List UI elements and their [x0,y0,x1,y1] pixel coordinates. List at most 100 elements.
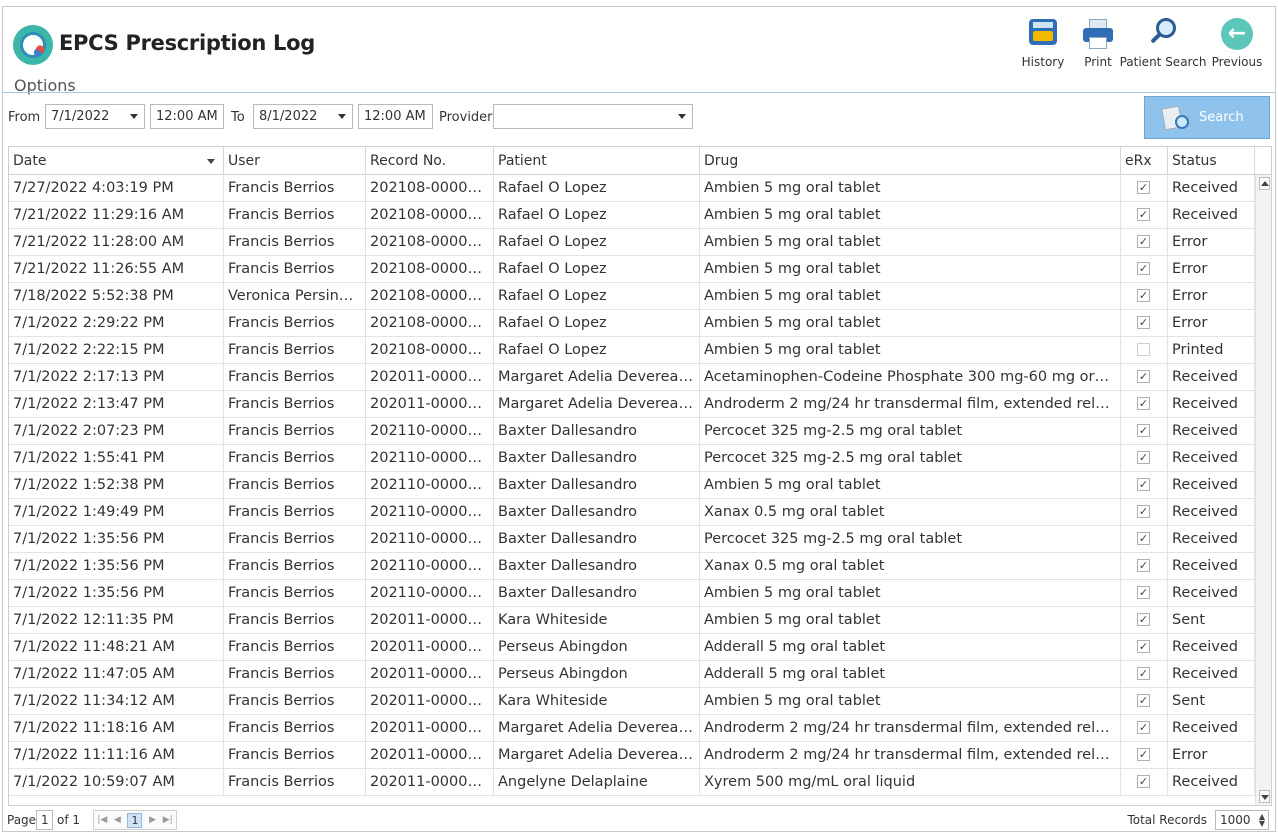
table-row[interactable]: 7/1/2022 1:35:56 PM Francis Berrios 202110… [9,553,1255,580]
cell-user: Francis Berrios [224,553,366,580]
next-page-icon[interactable]: ▶ [149,815,156,825]
erx-checked-icon: ✓ [1137,748,1150,761]
table-row[interactable]: 7/1/2022 12:11:35 PM Francis Berrios 20201… [9,607,1255,634]
chevron-down-icon[interactable] [678,114,686,119]
cell-erx: ✓ [1121,661,1168,688]
column-header-patient[interactable]: Patient [494,147,700,175]
table-row[interactable]: 7/1/2022 1:35:56 PM Francis Berrios 202110… [9,580,1255,607]
cell-patient: Baxter Dallesandro [494,526,700,553]
search-button[interactable]: Search [1144,96,1270,139]
cell-record-no: 202110-0000013 [366,445,494,472]
to-time-input[interactable]: 12:00 AM [358,104,433,129]
table-row[interactable]: 7/1/2022 2:07:23 PM Francis Berrios 202110… [9,418,1255,445]
from-date-picker[interactable]: 7/1/2022 [45,104,145,129]
scroll-down-icon[interactable] [1259,790,1270,803]
provider-select[interactable] [493,104,693,129]
table-row[interactable]: 7/1/2022 2:29:22 PM Francis Berrios 202108… [9,310,1255,337]
cell-erx [1121,337,1168,364]
cell-erx: ✓ [1121,688,1168,715]
cell-status: Received [1168,445,1255,472]
cell-patient: Margaret Adelia Devereaux [494,391,700,418]
chevron-down-icon[interactable] [130,114,138,119]
table-row[interactable]: 7/1/2022 11:11:16 AM Francis Berrios 20201… [9,742,1255,769]
cell-drug: Ambien 5 mg oral tablet [700,229,1121,256]
page-title: EPCS Prescription Log [59,31,315,55]
table-row[interactable]: 7/1/2022 1:52:38 PM Francis Berrios 202110… [9,472,1255,499]
print-label: Print [1084,55,1112,69]
table-row[interactable]: 7/1/2022 10:59:07 AM Francis Berrios 20201… [9,769,1255,796]
cell-status: Received [1168,472,1255,499]
current-page-button[interactable]: 1 [127,812,143,828]
cell-user: Francis Berrios [224,742,366,769]
cell-drug: Adderall 5 mg oral tablet [700,661,1121,688]
column-header-date[interactable]: Date [9,147,224,175]
cell-erx: ✓ [1121,499,1168,526]
cell-record-no: 202110-0000013 [366,553,494,580]
cell-date: 7/1/2022 1:35:56 PM [9,553,224,580]
table-row[interactable]: 7/1/2022 2:17:13 PM Francis Berrios 202011… [9,364,1255,391]
filter-bar: From 7/1/2022 12:00 AM To 8/1/2022 12:00… [3,96,1275,141]
cell-patient: Kara Whiteside [494,607,700,634]
cell-date: 7/1/2022 2:17:13 PM [9,364,224,391]
chevron-down-icon[interactable] [338,114,346,119]
cell-user: Francis Berrios [224,364,366,391]
print-button[interactable]: Print [1075,17,1121,69]
table-row[interactable]: 7/1/2022 11:18:16 AM Francis Berrios 20201… [9,715,1255,742]
last-page-icon[interactable]: ▶| [163,815,173,825]
table-row[interactable]: 7/21/2022 11:26:55 AM Francis Berrios 2021… [9,256,1255,283]
page-count-label: of 1 [57,813,81,827]
column-header-record-no[interactable]: Record No. [366,147,494,175]
page-number-input[interactable]: 1 [36,810,53,830]
sort-descending-icon[interactable] [207,159,215,164]
table-row[interactable]: 7/21/2022 11:28:00 AM Francis Berrios 2021… [9,229,1255,256]
cell-user: Francis Berrios [224,229,366,256]
vertical-scrollbar[interactable] [1255,175,1271,805]
erx-checked-icon: ✓ [1137,775,1150,788]
cell-patient: Rafael O Lopez [494,229,700,256]
cell-date: 7/1/2022 2:29:22 PM [9,310,224,337]
column-header-user[interactable]: User [224,147,366,175]
spinner-arrows-icon[interactable]: ▲ ▼ [1259,813,1265,828]
table-row[interactable]: 7/1/2022 1:55:41 PM Francis Berrios 202110… [9,445,1255,472]
cell-date: 7/1/2022 2:07:23 PM [9,418,224,445]
patient-search-button[interactable]: Patient Search [1120,17,1206,69]
history-button[interactable]: History [1011,17,1075,69]
cell-record-no: 202011-0000005 [366,715,494,742]
table-row[interactable]: 7/1/2022 1:35:56 PM Francis Berrios 202110… [9,526,1255,553]
cell-record-no: 202011-0000005 [366,391,494,418]
table-row[interactable]: 7/1/2022 11:47:05 AM Francis Berrios 20201… [9,661,1255,688]
cell-record-no: 202108-0000012 [366,202,494,229]
scroll-up-icon[interactable] [1259,177,1270,190]
cell-status: Received [1168,769,1255,796]
table-row[interactable]: 7/21/2022 11:29:16 AM Francis Berrios 2021… [9,202,1255,229]
table-row[interactable]: 7/1/2022 11:48:21 AM Francis Berrios 20201… [9,634,1255,661]
cell-record-no: 202108-0000012 [366,337,494,364]
table-row[interactable]: 7/1/2022 2:22:15 PM Francis Berrios 202108… [9,337,1255,364]
cell-record-no: 202108-0000012 [366,229,494,256]
toolbar: History Print Patient Search ← Previous [1011,17,1269,69]
table-row[interactable]: 7/27/2022 4:03:19 PM Francis Berrios 20210… [9,175,1255,202]
prev-page-icon[interactable]: ◀ [114,815,121,825]
table-row[interactable]: 7/1/2022 2:13:47 PM Francis Berrios 202011… [9,391,1255,418]
cell-date: 7/1/2022 11:34:12 AM [9,688,224,715]
cell-drug: Percocet 325 mg-2.5 mg oral tablet [700,445,1121,472]
cell-drug: Ambien 5 mg oral tablet [700,256,1121,283]
from-time-input[interactable]: 12:00 AM [150,104,224,129]
from-label: From [8,110,41,125]
cell-user: Francis Berrios [224,202,366,229]
column-header-status[interactable]: Status [1168,147,1255,175]
column-header-drug[interactable]: Drug [700,147,1121,175]
erx-checked-icon: ✓ [1137,532,1150,545]
first-page-icon[interactable]: |◀ [97,815,107,825]
cell-drug: Xyrem 500 mg/mL oral liquid [700,769,1121,796]
page-size-spinner[interactable]: 1000 ▲ ▼ [1215,810,1269,830]
table-row[interactable]: 7/18/2022 5:52:38 PM Veronica Persinger 20… [9,283,1255,310]
previous-button[interactable]: ← Previous [1205,17,1269,69]
table-row[interactable]: 7/1/2022 11:34:12 AM Francis Berrios 20201… [9,688,1255,715]
cell-drug: Ambien 5 mg oral tablet [700,202,1121,229]
cell-erx: ✓ [1121,769,1168,796]
to-date-picker[interactable]: 8/1/2022 [253,104,353,129]
cell-record-no: 202011-0000006 [366,688,494,715]
table-row[interactable]: 7/1/2022 1:49:49 PM Francis Berrios 202110… [9,499,1255,526]
column-header-erx[interactable]: eRx [1121,147,1168,175]
